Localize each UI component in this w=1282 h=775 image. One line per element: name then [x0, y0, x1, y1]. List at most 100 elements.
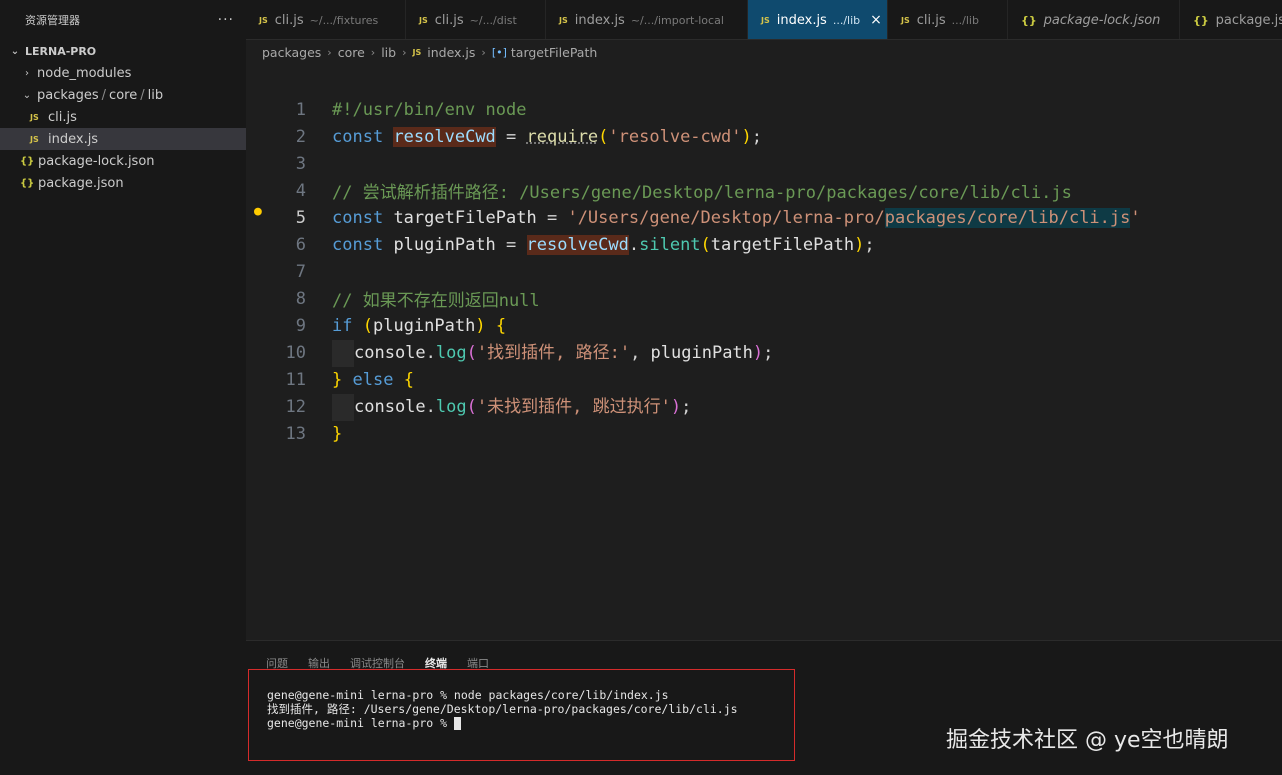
explorer-sidebar: 资源管理器 ··· ⌄ LERNA-PRO › node_modules ⌄ p… [0, 0, 246, 775]
javascript-file-icon: JS [259, 15, 268, 25]
code-line: 2 const resolveCwd = require('resolve-cw… [246, 123, 1282, 150]
tab-description: ~/.../dist [469, 13, 517, 27]
folder-label-packages: packages [37, 87, 99, 103]
watermark: 掘金技术社区 @ ye空也晴朗 [946, 728, 1229, 753]
line-number: 12 [285, 396, 306, 417]
line-number: 1 [295, 99, 306, 120]
tab-index-js-import-local[interactable]: JS index.js ~/.../import-local [546, 0, 748, 39]
tab-index-js-lib-active[interactable]: JS index.js .../lib × [748, 0, 888, 39]
bottom-panel: 问题 输出 调试控制台 终端 端口 gene@gene-mini lerna-p… [246, 640, 1282, 775]
javascript-file-icon: JS [559, 15, 568, 25]
tab-cli-js-fixtures[interactable]: JS cli.js ~/.../fixtures [246, 0, 406, 39]
tree-folder-node-modules[interactable]: › node_modules [0, 62, 246, 84]
tree-file-package-json[interactable]: {} package.json [0, 172, 246, 194]
terminal-line: 找到插件, 路径: /Users/gene/Desktop/lerna-pro/… [267, 702, 738, 716]
code-text: const targetFilePath = '/Users/gene/Desk… [332, 207, 1141, 228]
tab-description: ~/.../import-local [630, 13, 724, 27]
code-line: 13 } [246, 420, 1282, 447]
json-file-icon: {} [20, 177, 35, 189]
variable-symbol-icon: [•] [491, 45, 507, 59]
code-line: 3 [246, 150, 1282, 177]
tree-folder-packages-core-lib[interactable]: ⌄ packages / core / lib [0, 84, 246, 106]
tab-label: index.js [574, 12, 625, 28]
code-text: console.log('找到插件, 路径:', pluginPath); [332, 338, 773, 367]
line-number: 8 [295, 288, 306, 309]
tab-label: cli.js [274, 12, 304, 28]
path-separator: / [101, 87, 107, 103]
code-line-current: 5 const targetFilePath = '/Users/gene/De… [246, 204, 1282, 231]
tab-label: index.js [776, 12, 827, 28]
code-text: const pluginPath = resolveCwd.silent(tar… [332, 234, 875, 255]
json-file-icon: {} [1021, 13, 1037, 27]
code-line: 11 } else { [246, 366, 1282, 393]
code-text: console.log('未找到插件, 跳过执行'); [332, 392, 691, 421]
line-number: 4 [295, 180, 306, 201]
sidebar-header: 资源管理器 ··· [0, 0, 246, 40]
tab-label: package.json [1215, 12, 1282, 28]
line-number: 3 [295, 153, 306, 174]
code-line: 7 [246, 258, 1282, 285]
terminal-prompt: gene@gene-mini lerna-pro % [267, 716, 454, 730]
file-label: package.json [38, 175, 124, 191]
project-root-folder[interactable]: ⌄ LERNA-PRO [0, 40, 246, 62]
tree-file-cli-js[interactable]: JS cli.js [0, 106, 246, 128]
javascript-file-icon: JS [412, 47, 422, 57]
tab-description: .../lib [832, 13, 861, 27]
line-number: 11 [285, 369, 306, 390]
file-label: cli.js [48, 109, 77, 125]
code-text: #!/usr/bin/env node [332, 99, 527, 120]
sidebar-title: 资源管理器 [25, 14, 80, 27]
tree-file-index-js[interactable]: JS index.js [0, 128, 246, 150]
code-line: 1 #!/usr/bin/env node [246, 96, 1282, 123]
project-name: LERNA-PRO [25, 44, 97, 58]
terminal-output[interactable]: gene@gene-mini lerna-pro % node packages… [248, 669, 795, 761]
tab-description: ~/.../fixtures [309, 13, 379, 27]
indent-guide [332, 339, 354, 367]
chevron-down-icon: ⌄ [22, 89, 32, 101]
breadcrumb-item[interactable]: packages [262, 45, 321, 60]
line-number: 7 [295, 261, 306, 282]
file-label: index.js [48, 131, 99, 147]
code-editor[interactable]: ● 1 #!/usr/bin/env node 2 const resolveC… [246, 96, 1282, 456]
indent-guide [332, 393, 354, 421]
terminal-line: gene@gene-mini lerna-pro % node packages… [267, 688, 669, 702]
breadcrumb-item[interactable]: targetFilePath [511, 45, 597, 60]
tab-label: cli.js [916, 12, 946, 28]
terminal-prompt-line: gene@gene-mini lerna-pro % [267, 716, 794, 730]
chevron-right-icon: › [327, 45, 332, 59]
file-label: package-lock.json [38, 153, 155, 169]
code-line: 6 const pluginPath = resolveCwd.silent(t… [246, 231, 1282, 258]
terminal-cursor [453, 717, 461, 730]
line-number: 6 [295, 234, 306, 255]
chevron-right-icon: › [402, 45, 407, 59]
line-number: 2 [295, 126, 306, 147]
tab-cli-js-dist[interactable]: JS cli.js ~/.../dist [406, 0, 546, 39]
line-number: 13 [285, 423, 306, 444]
breadcrumb-item[interactable]: lib [381, 45, 396, 60]
more-actions-icon[interactable]: ··· [218, 12, 234, 28]
line-number: 10 [285, 342, 306, 363]
breadcrumb-item[interactable]: core [338, 45, 365, 60]
line-number: 5 [295, 207, 306, 228]
tree-file-package-lock-json[interactable]: {} package-lock.json [0, 150, 246, 172]
close-icon[interactable]: × [870, 12, 882, 28]
tab-cli-js-lib[interactable]: JS cli.js .../lib [888, 0, 1008, 39]
json-file-icon: {} [1193, 13, 1209, 27]
breadcrumb-item[interactable]: index.js [427, 45, 475, 60]
code-line: 8 // 如果不存在则返回null [246, 285, 1282, 312]
code-text: const resolveCwd = require('resolve-cwd'… [332, 126, 762, 147]
tab-package-lock-json[interactable]: {} package-lock.json [1008, 0, 1180, 39]
chevron-right-icon: › [370, 45, 376, 59]
chevron-down-icon: ⌄ [10, 45, 20, 57]
folder-label: node_modules [37, 65, 132, 81]
tab-label: package-lock.json [1043, 12, 1161, 28]
javascript-file-icon: JS [30, 112, 39, 122]
code-line: 4 // 尝试解析插件路径: /Users/gene/Desktop/lerna… [246, 177, 1282, 204]
tab-package-json[interactable]: {} package.json [1180, 0, 1282, 39]
editor-tab-bar: JS cli.js ~/.../fixtures JS cli.js ~/...… [246, 0, 1282, 40]
folder-label-core: core [109, 87, 138, 103]
javascript-file-icon: JS [901, 15, 910, 25]
code-comment: // 如果不存在则返回null [332, 291, 540, 311]
code-line: 12 console.log('未找到插件, 跳过执行'); [246, 392, 1282, 421]
tab-label: cli.js [434, 12, 464, 28]
